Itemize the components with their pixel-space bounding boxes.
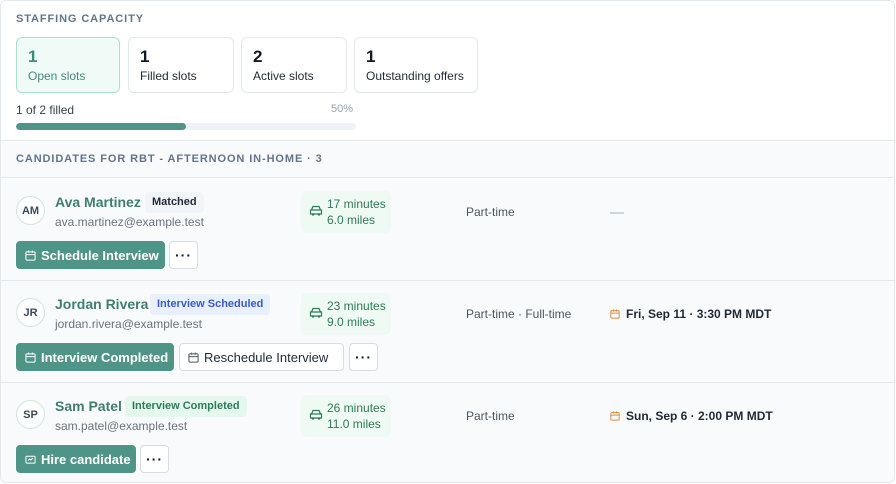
button-label: Interview Completed bbox=[41, 349, 169, 365]
status-badge: Matched bbox=[145, 192, 204, 213]
more-actions-button[interactable]: ··· bbox=[169, 241, 198, 269]
car-icon bbox=[309, 307, 323, 318]
more-actions-button[interactable]: ··· bbox=[140, 445, 169, 473]
calendar-icon bbox=[188, 351, 199, 363]
schedule-text: Fri, Sep 11 · 3:30 PM MDT bbox=[626, 307, 772, 321]
candidate-email: jordan.rivera@example.test bbox=[55, 317, 202, 331]
car-icon bbox=[309, 205, 323, 216]
filled-count-text: 1 of 2 filled bbox=[16, 103, 75, 117]
calendar-icon bbox=[610, 309, 620, 319]
candidate-row: AM Ava Martinez Matched ava.martinez@exa… bbox=[1, 179, 894, 281]
candidate-row: JR Jordan Rivera Interview Scheduled jor… bbox=[1, 281, 894, 383]
filled-percent: 50% bbox=[331, 103, 354, 115]
employment-type: Part-time bbox=[466, 409, 515, 423]
travel-info: 23 minutes 9.0 miles bbox=[301, 293, 391, 335]
travel-time: 23 minutes bbox=[327, 299, 386, 313]
avatar: AM bbox=[16, 196, 45, 225]
more-icon: ··· bbox=[146, 451, 163, 467]
travel-info: 17 minutes 6.0 miles bbox=[301, 191, 391, 233]
car-icon bbox=[309, 409, 323, 420]
employment-type: Part-time bbox=[466, 205, 515, 219]
stat-label: Filled slots bbox=[140, 69, 197, 83]
button-label: Reschedule Interview bbox=[204, 349, 329, 365]
travel-info: 26 minutes 11.0 miles bbox=[301, 395, 391, 437]
hire-candidate-button[interactable]: Hire candidate bbox=[16, 445, 136, 473]
candidate-email: sam.patel@example.test bbox=[55, 419, 188, 433]
candidates-count: · 3 bbox=[303, 153, 323, 165]
travel-time: 26 minutes bbox=[327, 401, 386, 415]
staffing-panel: STAFFING CAPACITY 1 Open slots 1 Filled … bbox=[0, 0, 895, 483]
staffing-capacity-section: STAFFING CAPACITY 1 Open slots 1 Filled … bbox=[1, 1, 894, 141]
hire-icon bbox=[25, 455, 36, 464]
stat-value: 1 bbox=[28, 47, 38, 66]
schedule-text: Sun, Sep 6 · 2:00 PM MDT bbox=[626, 409, 773, 423]
more-actions-button[interactable]: ··· bbox=[349, 343, 378, 371]
candidate-email: ava.martinez@example.test bbox=[55, 215, 204, 229]
calendar-icon bbox=[25, 249, 36, 261]
candidates-title: CANDIDATES FOR RBT - AFTERNOON IN-HOME bbox=[16, 153, 304, 165]
calendar-icon bbox=[25, 351, 36, 363]
no-schedule-dash bbox=[610, 212, 624, 214]
avatar: JR bbox=[16, 298, 45, 327]
button-label: Schedule Interview bbox=[41, 247, 159, 263]
candidate-name[interactable]: Ava Martinez bbox=[55, 194, 141, 210]
status-badge: Interview Completed bbox=[125, 396, 247, 417]
stat-label: Active slots bbox=[253, 69, 314, 83]
travel-distance: 9.0 miles bbox=[327, 315, 376, 329]
stat-open-slots[interactable]: 1 Open slots bbox=[16, 37, 120, 93]
stat-label: Open slots bbox=[28, 69, 86, 83]
interview-schedule: Sun, Sep 6 · 2:00 PM MDT bbox=[610, 409, 773, 423]
capacity-progress-fill bbox=[16, 123, 186, 130]
interview-schedule: Fri, Sep 11 · 3:30 PM MDT bbox=[610, 307, 771, 321]
stat-active-slots[interactable]: 2 Active slots bbox=[241, 37, 347, 93]
candidates-header: CANDIDATES FOR RBT - AFTERNOON IN-HOME ·… bbox=[1, 142, 894, 178]
travel-distance: 11.0 miles bbox=[327, 417, 381, 431]
travel-time: 17 minutes bbox=[327, 197, 386, 211]
button-label: Hire candidate bbox=[41, 451, 131, 467]
stat-value: 1 bbox=[140, 47, 150, 66]
stat-value: 2 bbox=[253, 47, 263, 66]
avatar: SP bbox=[16, 400, 45, 429]
stat-label: Outstanding offers bbox=[366, 69, 464, 83]
capacity-progress-bar bbox=[16, 123, 356, 130]
more-icon: ··· bbox=[175, 247, 192, 263]
candidate-name[interactable]: Jordan Rivera bbox=[55, 296, 148, 312]
calendar-icon bbox=[610, 411, 620, 421]
section-title: STAFFING CAPACITY bbox=[16, 13, 144, 25]
employment-type: Part-time · Full-time bbox=[466, 307, 572, 321]
travel-distance: 6.0 miles bbox=[327, 213, 376, 227]
candidate-name[interactable]: Sam Patel bbox=[55, 398, 122, 414]
stat-value: 1 bbox=[366, 47, 376, 66]
candidate-row: SP Sam Patel Interview Completed sam.pat… bbox=[1, 383, 894, 482]
more-icon: ··· bbox=[355, 349, 372, 365]
reschedule-interview-button[interactable]: Reschedule Interview bbox=[179, 343, 344, 371]
stat-outstanding-offers[interactable]: 1 Outstanding offers bbox=[354, 37, 478, 93]
status-badge: Interview Scheduled bbox=[150, 294, 271, 315]
interview-completed-button[interactable]: Interview Completed bbox=[16, 343, 174, 371]
stat-filled-slots[interactable]: 1 Filled slots bbox=[128, 37, 234, 93]
schedule-interview-button[interactable]: Schedule Interview bbox=[16, 241, 165, 269]
